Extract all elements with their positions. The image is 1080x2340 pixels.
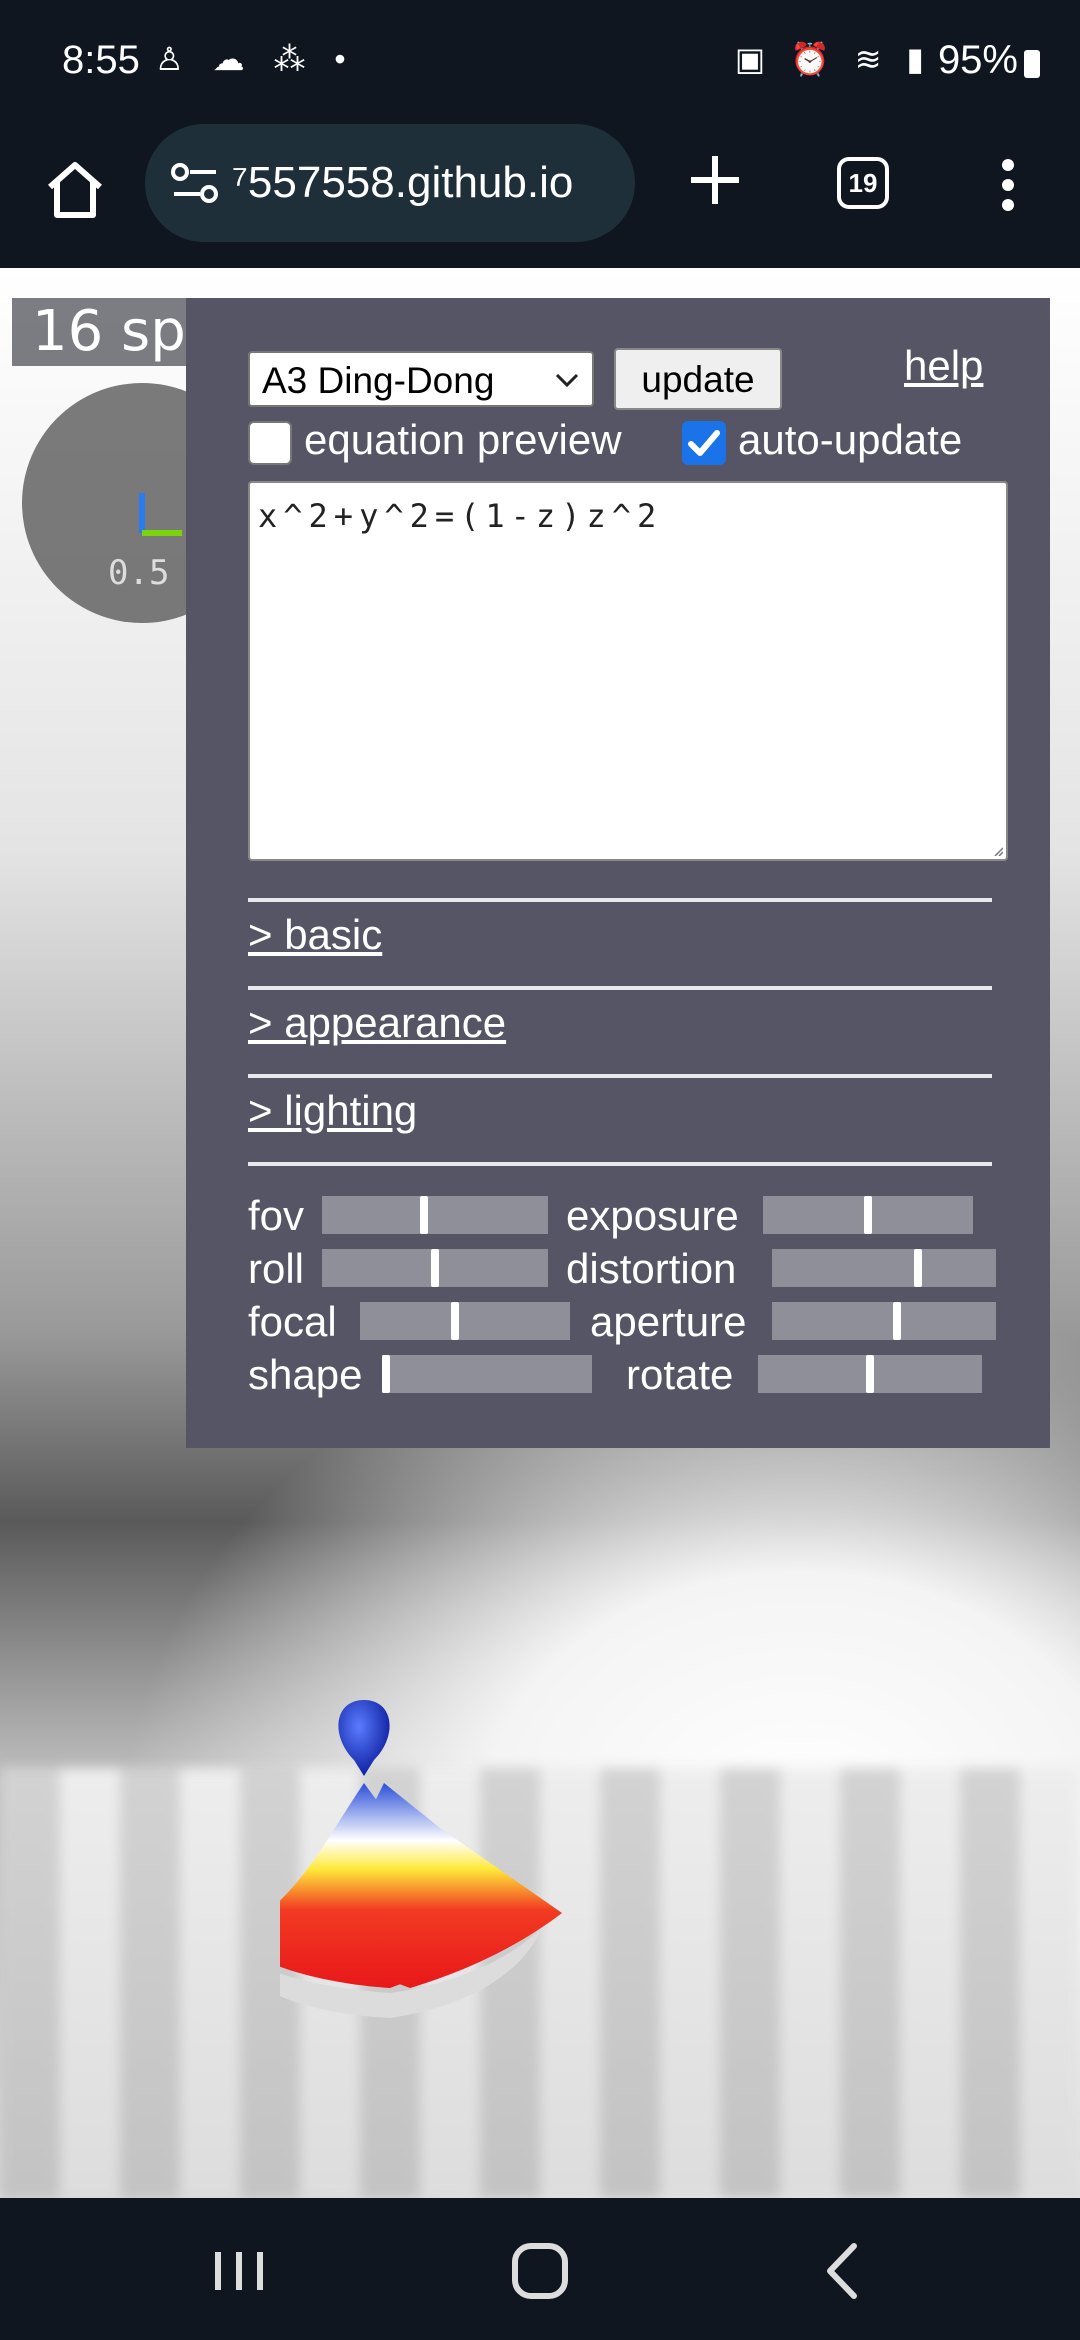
equation-preview-checkbox[interactable] [248,421,292,465]
aperture-slider-thumb[interactable] [893,1302,902,1340]
equation-input[interactable]: x^2+y^2=(1-z)z^2 [248,481,1008,861]
shape-label: shape [248,1351,363,1398]
render-viewport[interactable]: 16 spp 0.5 A3 Ding-Dong update help equa… [0,268,1080,2198]
system-status-icons: ▣ ⏰ ≋ ▮ [734,41,932,77]
battery-percent: 95% [937,38,1018,82]
url-text[interactable]: ⁷557558.github.io [232,158,573,208]
help-link[interactable]: help [904,342,983,390]
auto-update-checkbox[interactable] [682,421,726,465]
home-icon[interactable] [40,155,110,225]
divider [248,986,992,990]
roll-label: roll [248,1245,305,1292]
axis-scale-label: 0.5 [108,553,170,593]
equation-preview-label: equation preview [304,416,622,463]
site-settings-icon[interactable] [170,162,220,206]
fov-label: fov [248,1192,305,1239]
distortion-slider-thumb[interactable] [913,1249,922,1287]
checkmark-icon [688,430,720,456]
more-menu-icon[interactable] [990,155,1026,215]
roll-slider[interactable] [322,1249,548,1287]
control-panel: A3 Ding-Dong update help equation previe… [186,298,1050,1448]
fov-slider[interactable] [322,1196,548,1234]
equation-text: x^2+y^2=(1-z)z^2 [258,497,663,535]
new-tab-icon[interactable] [685,150,745,210]
aperture-slider[interactable] [772,1302,996,1340]
divider [248,1162,992,1166]
status-bar: 8:55 ♙ ☁ ⁂ • ▣ ⏰ ≋ ▮ 95% [0,0,1080,125]
system-nav-bar [0,2198,1080,2340]
shape-slider-thumb[interactable] [382,1355,390,1393]
section-appearance[interactable]: > appearance [248,999,506,1047]
distortion-slider[interactable] [772,1249,996,1287]
exposure-label: exposure [566,1192,739,1239]
section-lighting[interactable]: > lighting [248,1087,417,1135]
rotate-slider-thumb[interactable] [866,1355,874,1393]
notification-icons: ♙ ☁ ⁂ • [155,41,356,77]
rendered-surface [280,1700,562,2018]
preset-selected-value: A3 Ding-Dong [262,360,495,401]
chevron-down-icon [555,373,579,388]
distortion-label: distortion [566,1245,737,1292]
section-basic[interactable]: > basic [248,911,382,959]
divider [248,898,992,902]
focal-slider-thumb[interactable] [450,1302,459,1340]
exposure-slider-thumb[interactable] [864,1196,872,1234]
rotate-slider[interactable] [758,1355,982,1393]
roll-slider-thumb[interactable] [431,1249,439,1287]
preset-dropdown[interactable]: A3 Ding-Dong [248,351,594,407]
divider [248,1074,992,1078]
shape-slider[interactable] [382,1355,592,1393]
focal-label: focal [248,1298,337,1345]
update-button[interactable]: update [614,348,782,410]
status-time: 8:55 [62,38,140,82]
auto-update-label: auto-update [738,416,963,463]
aperture-label: aperture [590,1298,747,1345]
focal-slider[interactable] [360,1302,570,1340]
home-nav-icon[interactable] [505,2236,575,2306]
fov-slider-thumb[interactable] [419,1196,428,1234]
resize-grip-icon[interactable] [993,846,1003,856]
recent-apps-icon[interactable] [204,2236,274,2306]
exposure-slider[interactable] [763,1196,973,1234]
tab-switcher-button[interactable]: 19 [837,157,889,209]
back-icon[interactable] [808,2236,878,2306]
battery-icon [1024,50,1040,78]
rotate-label: rotate [626,1351,734,1398]
